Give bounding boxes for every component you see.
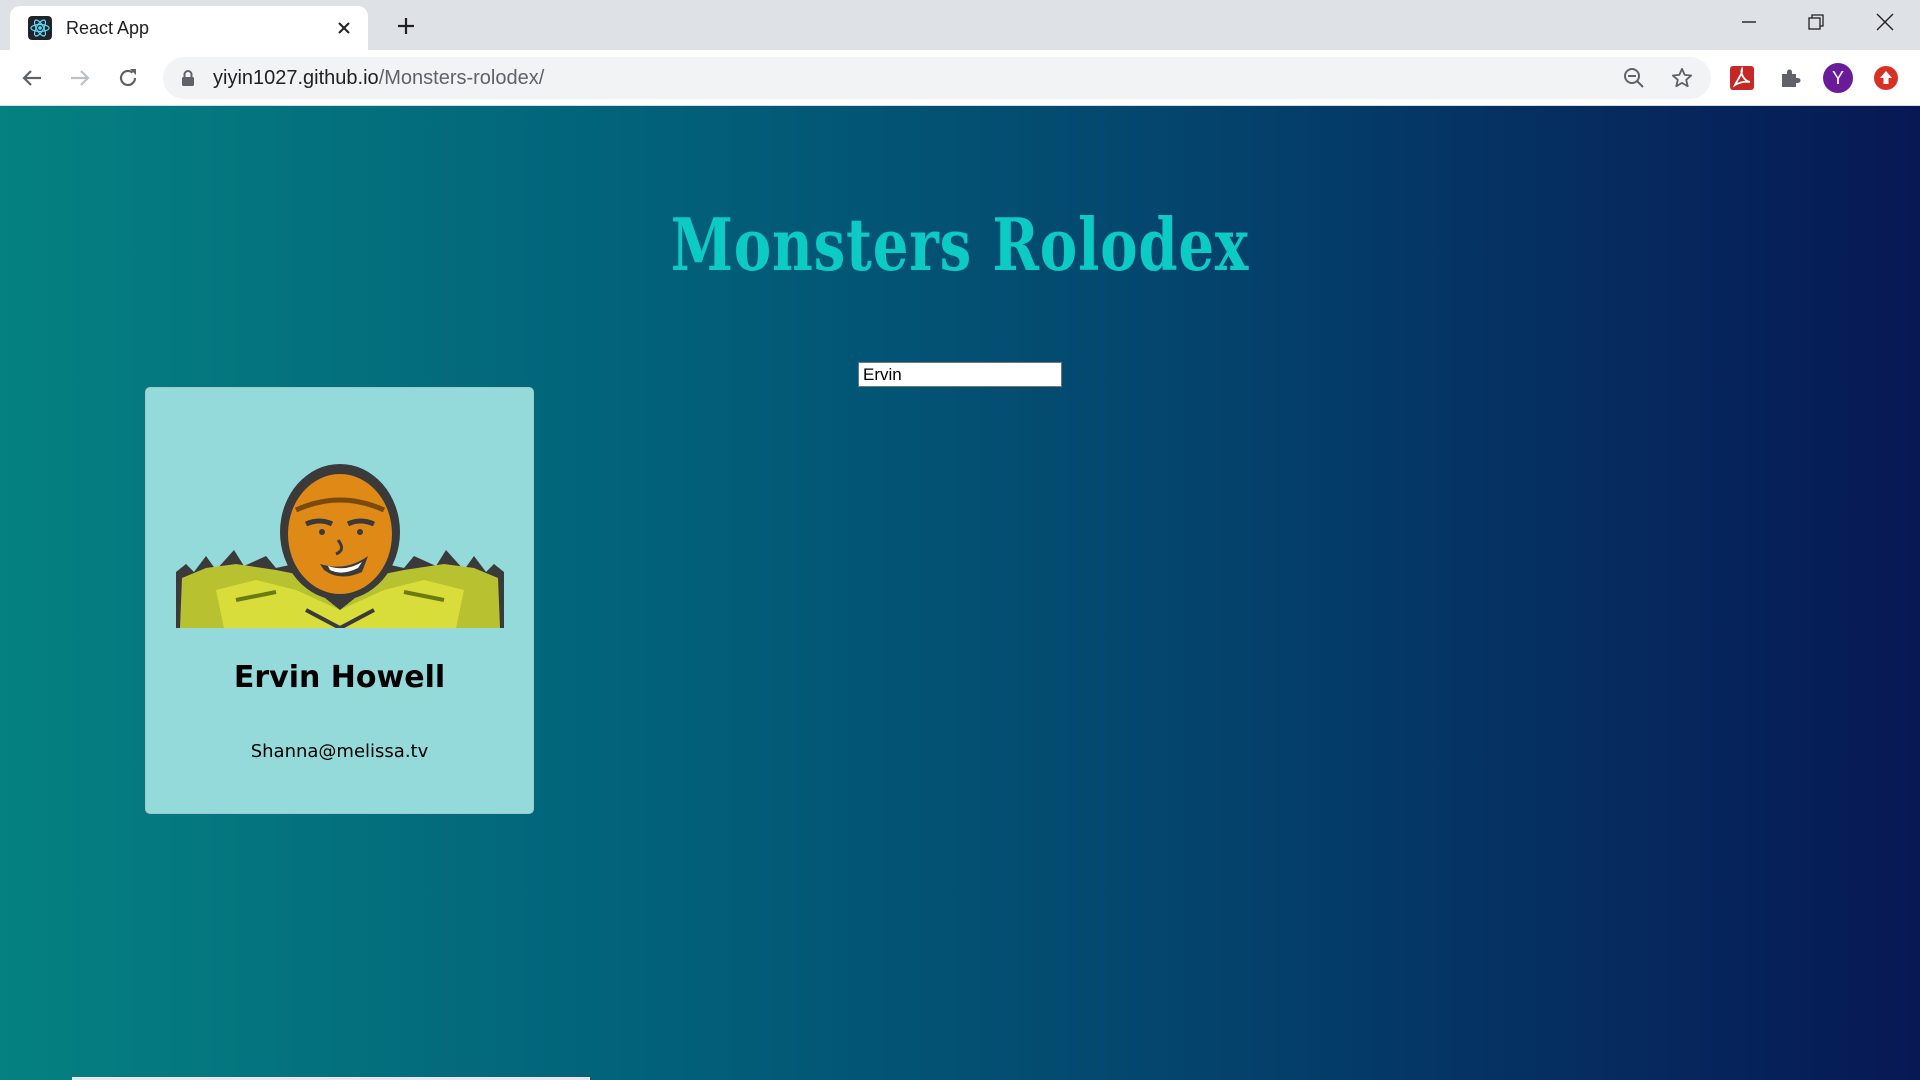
- monster-name: Ervin Howell: [233, 660, 446, 695]
- url-path: /Monsters-rolodex/: [378, 67, 545, 89]
- star-icon[interactable]: [1666, 62, 1698, 94]
- monster-email: Shanna@melissa.tv: [250, 741, 429, 762]
- reload-icon[interactable]: [108, 58, 148, 98]
- extensions-puzzle-icon[interactable]: [1774, 62, 1806, 94]
- close-icon[interactable]: [1852, 0, 1918, 44]
- browser-toolbar: yiyin1027.github.io/Monsters-rolodex/ Y: [0, 50, 1920, 106]
- forward-arrow-icon[interactable]: [60, 58, 100, 98]
- acrobat-icon[interactable]: [1726, 62, 1758, 94]
- tab-title: React App: [66, 17, 150, 38]
- page-title: Monsters Rolodex: [670, 202, 1250, 287]
- react-logo-icon: [28, 16, 52, 40]
- profile-avatar[interactable]: Y: [1822, 62, 1854, 94]
- avatar: Y: [1823, 63, 1853, 93]
- monster-card[interactable]: Ervin Howell Shanna@melissa.tv: [145, 387, 534, 814]
- back-arrow-icon[interactable]: [12, 58, 52, 98]
- zoom-out-icon[interactable]: [1618, 62, 1650, 94]
- lock-icon: [181, 69, 195, 92]
- url-host: yiyin1027.github.io: [213, 67, 379, 89]
- url-text: yiyin1027.github.io/Monsters-rolodex/: [213, 57, 544, 99]
- plus-icon[interactable]: [390, 10, 422, 42]
- browser-tab[interactable]: React App: [10, 6, 368, 50]
- monster-avatar: [176, 460, 504, 628]
- tab-strip: React App: [0, 0, 1920, 50]
- address-bar[interactable]: yiyin1027.github.io/Monsters-rolodex/: [163, 57, 1711, 99]
- tab-close-icon[interactable]: [330, 14, 358, 42]
- search-input[interactable]: [858, 362, 1062, 387]
- page-content: Monsters Rolodex Ervin Ervin Howell Shan…: [0, 106, 1920, 1080]
- restore-icon[interactable]: [1783, 0, 1849, 44]
- update-icon[interactable]: [1870, 62, 1902, 94]
- minimize-icon[interactable]: [1716, 0, 1782, 44]
